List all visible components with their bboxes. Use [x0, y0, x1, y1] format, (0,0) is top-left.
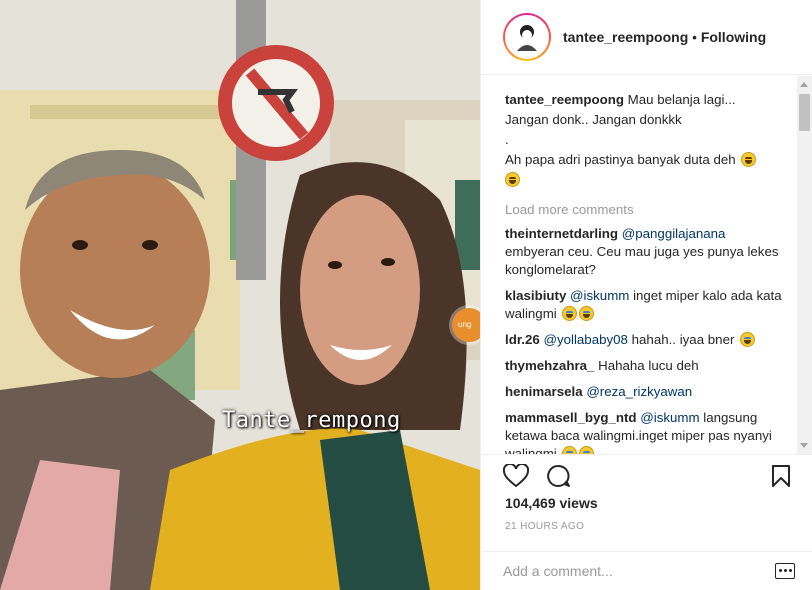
comment-icon[interactable]	[545, 464, 571, 488]
comment-item: mammasell_byg_ntd @iskumm langsung ketaw…	[505, 409, 783, 454]
video-overlay-caption: Tante_rempong	[222, 408, 401, 433]
heart-icon[interactable]	[503, 464, 529, 488]
comment-item: theinternetdarling @panggilajanana embye…	[505, 225, 783, 279]
comment-username[interactable]: thymehzahra_	[505, 358, 594, 373]
scroll-up-arrow-icon[interactable]	[800, 82, 808, 87]
post-video[interactable]: ung Tante_rempong	[0, 0, 480, 590]
scrollbar-thumb[interactable]	[799, 94, 810, 131]
post-sidebar: tantee_reempoong • Following tantee_reem…	[480, 0, 812, 590]
more-icon[interactable]	[775, 563, 795, 579]
comment-text: Hahaha lucu deh	[598, 358, 699, 373]
sticker-badge: ung	[452, 308, 480, 342]
comment-mention[interactable]: @yollababy08	[543, 332, 627, 347]
tears-of-joy-emoji-icon	[562, 446, 578, 454]
comment-item: klasibiuty @iskumm inget miper kalo ada …	[505, 287, 783, 323]
tears-of-joy-emoji-icon	[579, 306, 595, 321]
tears-of-joy-emoji-icon	[740, 332, 756, 347]
tears-of-joy-emoji-icon	[579, 446, 595, 454]
grinning-emoji-icon	[741, 152, 757, 167]
video-frame-image	[0, 0, 480, 590]
add-comment-section	[481, 551, 812, 590]
scroll-down-arrow-icon[interactable]	[800, 443, 808, 448]
header-username[interactable]: tantee_reempoong	[563, 29, 688, 45]
comment-username[interactable]: henimarsela	[505, 384, 583, 399]
caption-line-3: .	[505, 132, 509, 147]
comments-list[interactable]: tantee_reempoong Mau belanja lagi... Jan…	[481, 76, 797, 454]
add-comment-input[interactable]	[503, 560, 753, 582]
comment-mention[interactable]: @iskumm	[640, 410, 699, 425]
following-button[interactable]: Following	[701, 29, 766, 45]
comment-text: embyeran ceu. Ceu mau juga yes punya lek…	[505, 244, 779, 277]
bookmark-icon[interactable]	[771, 464, 791, 488]
caption-username[interactable]: tantee_reempoong	[505, 92, 624, 107]
comment-item: henimarsela @reza_rizkyawan	[505, 383, 783, 401]
load-more-comments-link[interactable]: Load more comments	[505, 202, 783, 217]
caption-line-2: Jangan donk.. Jangan donkkk	[505, 112, 682, 127]
post-actions-bar	[481, 454, 812, 492]
profile-avatar[interactable]	[503, 13, 551, 61]
caption-line-1: Mau belanja lagi...	[627, 92, 736, 107]
post-timestamp[interactable]: 21 HOURS AGO	[505, 521, 584, 532]
caption-line-4: Ah papa adri pastinya banyak duta deh	[505, 152, 736, 167]
comment-username[interactable]: ldr.26	[505, 332, 540, 347]
comment-item: thymehzahra_ Hahaha lucu deh	[505, 357, 783, 375]
comments-scrollbar[interactable]	[797, 76, 812, 454]
post-caption: tantee_reempoong Mau belanja lagi... Jan…	[505, 90, 783, 190]
comment-username[interactable]: theinternetdarling	[505, 226, 618, 241]
grinning-emoji-icon	[505, 172, 520, 187]
comment-username[interactable]: klasibiuty	[505, 288, 566, 303]
comment-text: hahah.. iyaa bner	[631, 332, 735, 347]
post-header: tantee_reempoong • Following	[481, 0, 812, 75]
header-separator: •	[692, 29, 697, 45]
comment-username[interactable]: mammasell_byg_ntd	[505, 410, 637, 425]
comment-item: ldr.26 @yollababy08 hahah.. iyaa bner	[505, 331, 783, 349]
comment-mention[interactable]: @panggilajanana	[622, 226, 726, 241]
avatar-icon	[505, 15, 549, 59]
view-count[interactable]: 104,469 views	[505, 495, 598, 511]
tears-of-joy-emoji-icon	[562, 306, 578, 321]
comment-mention[interactable]: @iskumm	[570, 288, 629, 303]
comment-mention[interactable]: @reza_rizkyawan	[586, 384, 692, 399]
